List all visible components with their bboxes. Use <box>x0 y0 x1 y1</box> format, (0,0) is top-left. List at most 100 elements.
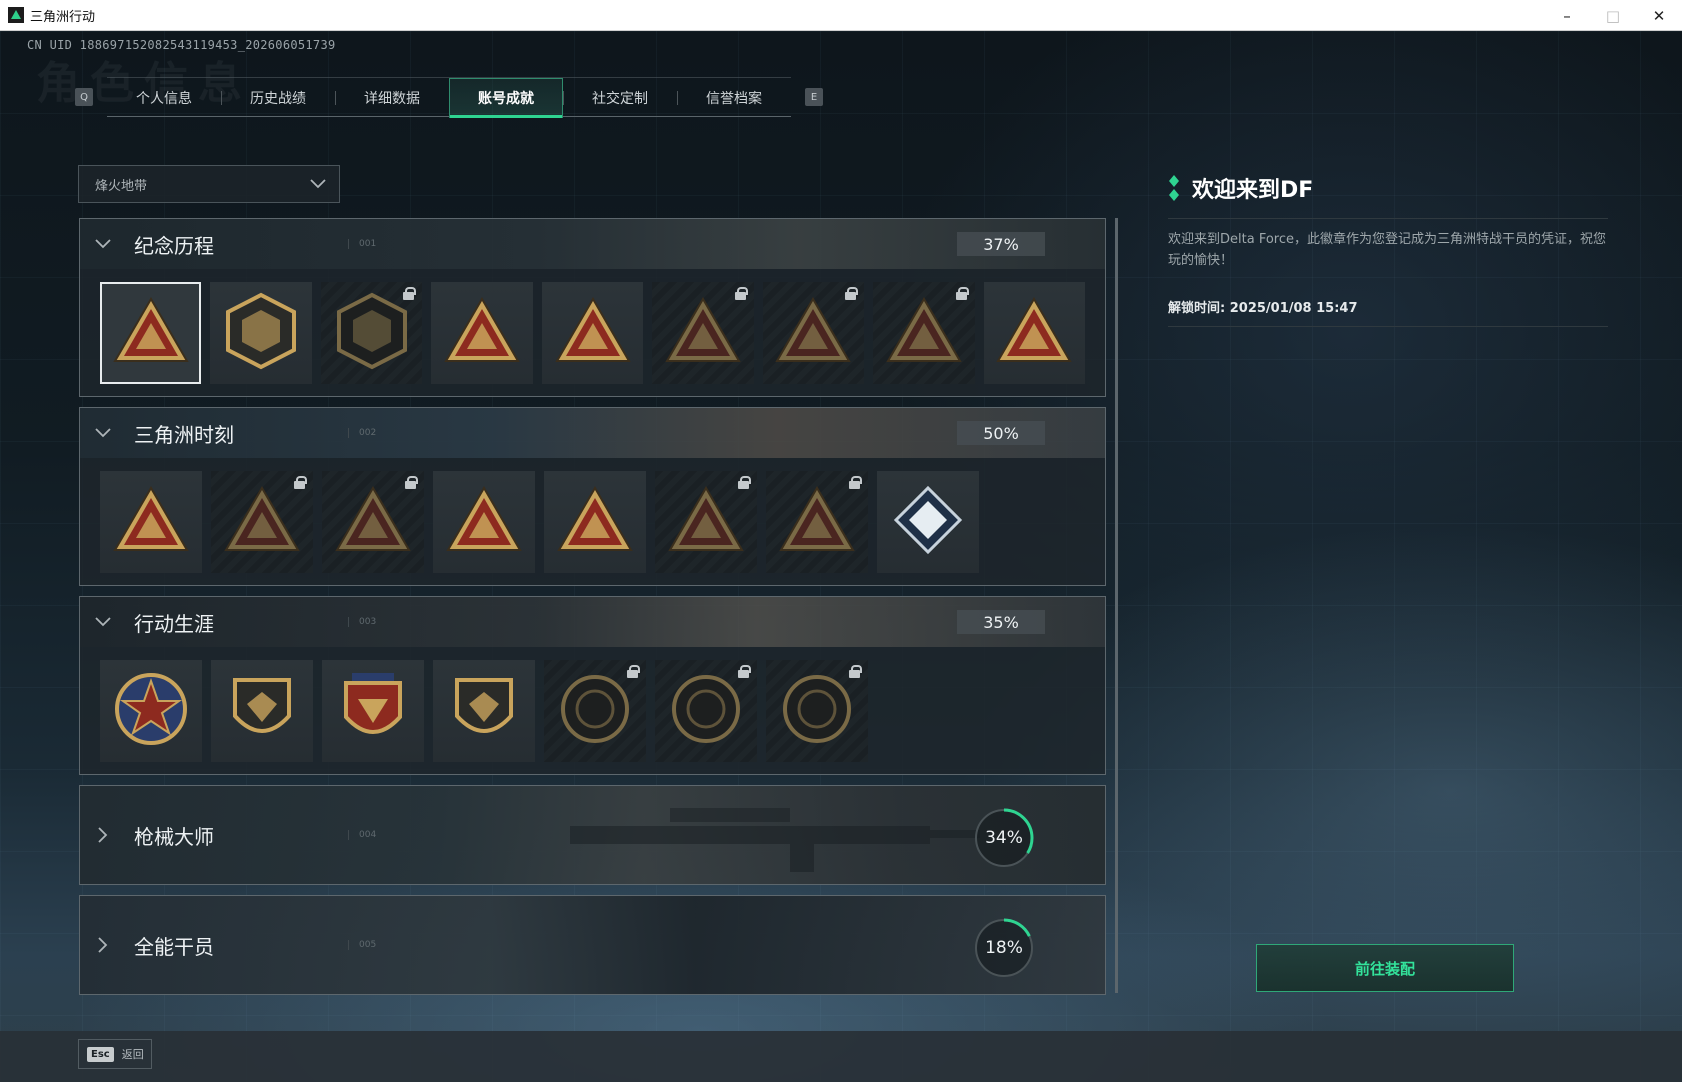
badge-detail-title: 欢迎来到DF <box>1192 178 1314 203</box>
tab-6[interactable]: 信誉档案 <box>677 78 791 118</box>
lock-icon <box>955 287 969 300</box>
badge-detail-title-row: 欢迎来到DF <box>1168 172 1608 204</box>
badge-grid <box>80 458 1105 585</box>
section-title: 行动生涯 <box>134 611 214 636</box>
lock-icon <box>849 476 862 489</box>
badge-slot[interactable] <box>544 660 646 762</box>
soldiers-triangle-badge-icon <box>667 484 745 560</box>
badge-slot[interactable] <box>433 471 535 573</box>
badge-slot[interactable] <box>211 660 313 762</box>
s4-triangle-badge-icon <box>443 295 521 371</box>
maximize-button[interactable]: □ <box>1590 0 1636 31</box>
achievement-section: 枪械大师 004 34% <box>79 785 1106 885</box>
badge-slot[interactable] <box>431 282 533 384</box>
badge-slot[interactable] <box>544 471 646 573</box>
diver-triangle-badge-icon <box>334 484 412 560</box>
section-title: 纪念历程 <box>134 233 214 258</box>
badge-slot[interactable] <box>541 282 644 384</box>
badge-grid <box>80 647 1105 774</box>
section-title: 枪械大师 <box>134 824 214 849</box>
tab-3[interactable]: 详细数据 <box>335 78 449 118</box>
section-header[interactable]: 全能干员 005 18% <box>80 896 1105 994</box>
achievement-section: 三角洲时刻 002 50% <box>79 407 1106 586</box>
achievement-section: 行动生涯 003 35% <box>79 596 1106 775</box>
window-title: 三角洲行动 <box>30 9 96 25</box>
badge-slot[interactable] <box>322 471 424 573</box>
section-header[interactable]: 行动生涯 003 35% <box>80 597 1105 647</box>
tab-4[interactable]: 账号成就 <box>449 78 563 118</box>
badge-slot[interactable] <box>983 282 1085 384</box>
lock-icon <box>734 287 748 300</box>
badge-slot[interactable] <box>762 282 865 384</box>
tab-2[interactable]: 历史战绩 <box>221 78 335 118</box>
tab-bar: Q 个人信息 历史战绩 详细数据 账号成就 社交定制 信誉档案 E <box>75 77 823 118</box>
squad-triangle-badge-icon <box>556 484 634 560</box>
badge-slot[interactable] <box>320 282 423 384</box>
section-percent: 34% <box>985 828 1023 848</box>
minimize-button[interactable]: – <box>1544 0 1590 31</box>
completion-ring: 18% <box>973 917 1035 979</box>
section-number: 003 <box>348 617 376 627</box>
lock-icon <box>405 476 418 489</box>
window-controls: – □ ✕ <box>1544 0 1682 31</box>
badge-slot[interactable] <box>652 282 754 384</box>
chevron-right-icon <box>98 827 108 843</box>
badge-slot[interactable] <box>655 471 757 573</box>
section-header[interactable]: 枪械大师 004 34% <box>80 786 1105 884</box>
prev-tab-key-hint[interactable]: Q <box>75 88 93 106</box>
section-number: 005 <box>348 940 376 950</box>
section-number: 002 <box>348 428 376 438</box>
badge-slot[interactable] <box>210 282 312 384</box>
skull-circle-badge-icon <box>669 672 743 750</box>
back-button[interactable]: Esc 返回 <box>78 1039 152 1069</box>
achievement-list: 纪念历程 001 37% 三角洲时刻 002 50% 行动生涯 003 35% … <box>79 218 1106 1005</box>
lock-icon <box>738 665 751 678</box>
lock-icon <box>849 665 862 678</box>
eye-circle-badge-icon <box>780 672 854 750</box>
tabs: 个人信息 历史战绩 详细数据 账号成就 社交定制 信誉档案 <box>107 77 791 118</box>
badge-slot[interactable] <box>655 660 757 762</box>
section-percent: 50% <box>957 421 1045 445</box>
lock-icon <box>845 287 859 300</box>
badge-slot[interactable] <box>211 471 313 573</box>
soldier-triangle-badge-icon <box>664 295 742 371</box>
go-equip-button[interactable]: 前往装配 <box>1256 944 1514 992</box>
section-header[interactable]: 三角洲时刻 002 50% <box>80 408 1105 458</box>
completion-ring: 34% <box>973 807 1035 869</box>
gem-shield-badge-icon <box>449 670 519 752</box>
badge-slot[interactable] <box>100 471 202 573</box>
rifle-illustration <box>570 808 980 872</box>
tab-5[interactable]: 社交定制 <box>563 78 677 118</box>
section-title: 全能干员 <box>134 934 214 959</box>
section-header[interactable]: 纪念历程 001 37% <box>80 219 1105 269</box>
section-title: 三角洲时刻 <box>134 422 234 447</box>
dragon-triangle-badge-icon <box>778 484 856 560</box>
mode-select[interactable]: 烽火地带 <box>78 165 340 203</box>
mode-select-value: 烽火地带 <box>95 178 148 194</box>
badge-slot[interactable] <box>766 660 868 762</box>
s7-triangle-badge-icon <box>554 295 632 371</box>
list-scrollbar[interactable] <box>1115 218 1118 993</box>
badge-slot[interactable] <box>873 282 975 384</box>
back-label: 返回 <box>121 1048 144 1061</box>
badge-slot[interactable] <box>322 660 424 762</box>
lock-icon <box>403 287 417 300</box>
book-diamond-badge-icon <box>893 485 963 559</box>
section-number: 001 <box>348 239 376 249</box>
section-number: 004 <box>348 830 376 840</box>
crate-triangle-badge-icon <box>112 484 190 560</box>
star-medal-badge-icon <box>113 671 189 751</box>
badge-slot[interactable] <box>433 660 535 762</box>
hands-gem-triangle-badge-icon <box>445 484 523 560</box>
lock-icon <box>738 476 751 489</box>
badge-slot[interactable] <box>877 471 979 573</box>
badge-slot[interactable] <box>100 660 202 762</box>
section-percent: 35% <box>957 610 1045 634</box>
badge-slot[interactable] <box>100 282 202 384</box>
badge-slot[interactable] <box>766 471 868 573</box>
next-tab-key-hint[interactable]: E <box>805 88 823 106</box>
tab-1[interactable]: 个人信息 <box>107 78 221 118</box>
section-percent: 37% <box>957 232 1045 256</box>
lock-icon <box>627 665 640 678</box>
close-button[interactable]: ✕ <box>1636 0 1682 31</box>
